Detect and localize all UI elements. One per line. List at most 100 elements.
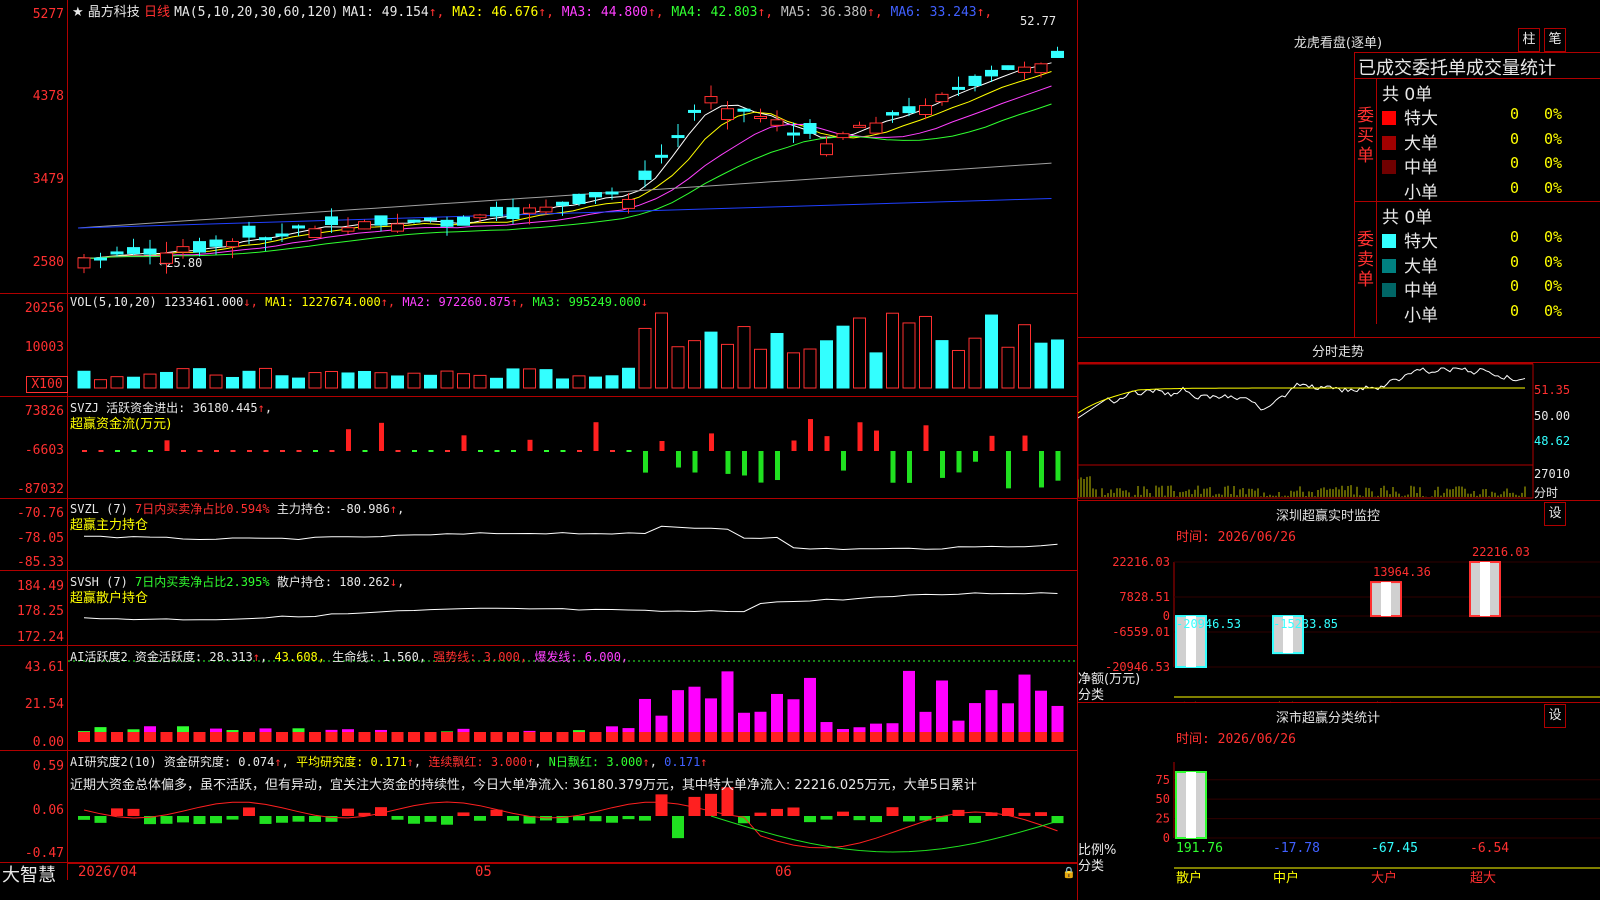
candle-body: [143, 248, 157, 255]
volume-bar: [1018, 324, 1031, 389]
x-axis-bar[interactable]: [68, 863, 1078, 881]
flow-bar: [164, 440, 170, 451]
ai1-base: [78, 732, 90, 742]
candle-body: [374, 215, 388, 226]
svzj-axis-label: 73826: [24, 404, 64, 419]
svsh-text1: 7日内买卖净占比2.395%: [135, 575, 270, 589]
ai2-bar: [1018, 812, 1031, 816]
brand-logo: 大智慧: [2, 865, 56, 886]
ai2-bar: [94, 816, 107, 823]
legend-swatch: [1382, 283, 1396, 297]
flow-bar: [808, 419, 813, 451]
sz-monitor-chart[interactable]: 22216.037828.510-6559.01-20946.53-20946.…: [1078, 500, 1600, 702]
candle-body: [424, 217, 437, 221]
sz-axis-label: 7828.51: [1119, 590, 1170, 604]
ai2-bar: [292, 816, 305, 822]
flow-bar: [1006, 451, 1011, 489]
candle-body: [704, 96, 718, 104]
candle-body: [242, 225, 256, 238]
sz-bar-label: 13964.36: [1373, 565, 1431, 579]
flow-bar: [857, 422, 863, 451]
candle-body: [1018, 66, 1031, 73]
ai1-base: [573, 732, 585, 742]
ai2-bar: [457, 812, 470, 816]
ss-value-label: -67.45: [1371, 841, 1418, 856]
ai2-line2: [710, 815, 1058, 853]
volume-bar: [1051, 339, 1064, 389]
price-axis-label: 3479: [32, 172, 64, 187]
ai2-bar: [886, 807, 899, 816]
ai1-base: [309, 732, 321, 742]
kline-svg[interactable]: [68, 0, 1078, 880]
flow-bar: [346, 429, 351, 451]
sz-axis-label: 0: [1163, 609, 1170, 623]
volume-bar: [1034, 342, 1048, 389]
lock-icon[interactable]: 🔒: [1062, 866, 1076, 879]
ss-stat-chart[interactable]: 75 50 25 0 191.76 -17.78 -67.45 -6.54 散户 中户 大户 超大: [1078, 702, 1600, 900]
ai1-base: [738, 732, 750, 742]
flow-bar: [461, 435, 467, 451]
volume-bar: [605, 375, 619, 389]
flow-bar: [890, 451, 896, 483]
candle-body: [721, 108, 734, 121]
ss-axis-label: 50: [1156, 792, 1170, 806]
order-type: 大单: [1404, 256, 1438, 277]
flow-bar: [956, 451, 962, 473]
ai2-bar: [177, 816, 189, 823]
ai1-base: [952, 732, 965, 742]
volume-bar: [374, 372, 388, 389]
ai2-bar: [78, 816, 90, 820]
candle-body: [94, 257, 107, 261]
svzl-axis-label: -78.05: [17, 531, 64, 546]
ai1-base: [358, 732, 371, 742]
candle-body: [836, 133, 850, 139]
flow-bar: [676, 451, 681, 468]
sz-bar-highlight: [1381, 582, 1391, 617]
main-chart-area[interactable]: ★ 晶方科技 日线 MA(5,10,20,30,60,120) MA1: 49.…: [0, 0, 1078, 900]
sell-side-label: 委卖单: [1357, 230, 1374, 290]
candle-body: [605, 191, 619, 195]
order-row: 小单: [1382, 178, 1438, 203]
ai1-base: [622, 732, 635, 742]
order-type: 小单: [1404, 305, 1438, 326]
ai2-t3: 连续飘红: 3.000: [428, 755, 527, 769]
candle-body: [358, 221, 371, 230]
candle-body: [490, 206, 503, 217]
vol-unit-label[interactable]: X100: [26, 376, 68, 393]
volume-bar: [341, 372, 355, 389]
candle-body: [1051, 50, 1064, 58]
ai1-base: [903, 732, 915, 742]
candle-body: [209, 239, 223, 247]
divider: [1354, 78, 1600, 79]
candle-body: [77, 257, 91, 269]
volume-bar: [655, 312, 668, 389]
sz-bar-label: -20946.53: [1176, 617, 1241, 631]
svsh-text2: 散户持仓: 180.262: [276, 575, 390, 589]
svzl-axis-label: -85.33: [17, 555, 64, 570]
ai2-bar: [622, 816, 635, 820]
ai1-base: [127, 732, 140, 742]
volume-bar: [490, 377, 503, 389]
ai1-base: [177, 732, 189, 742]
flow-bar: [907, 451, 912, 483]
tick-mode-button[interactable]: 笔: [1544, 28, 1566, 52]
vol-value: 1233461.000: [163, 295, 244, 309]
svzj-axis-label: -87032: [17, 482, 64, 497]
candle-body: [556, 201, 569, 206]
ai1-base: [490, 732, 503, 742]
ai1-base: [655, 732, 668, 742]
candle-body: [127, 247, 140, 254]
sz-axis-label: 22216.03: [1112, 555, 1170, 569]
volume-bar: [539, 369, 553, 389]
flow-bar: [709, 433, 714, 451]
buy-total: 共 0单: [1382, 85, 1433, 105]
candle-body: [589, 192, 602, 198]
candle-body: [259, 237, 272, 241]
bar-mode-button[interactable]: 柱: [1518, 28, 1540, 52]
ai1-base: [243, 732, 255, 742]
intraday-chart[interactable]: [1078, 363, 1600, 500]
order-row: 中单: [1382, 276, 1438, 301]
svzl-text2: 主力持仓: -80.986: [276, 502, 390, 516]
volume-bar: [638, 327, 652, 389]
volume-bar: [688, 340, 701, 389]
